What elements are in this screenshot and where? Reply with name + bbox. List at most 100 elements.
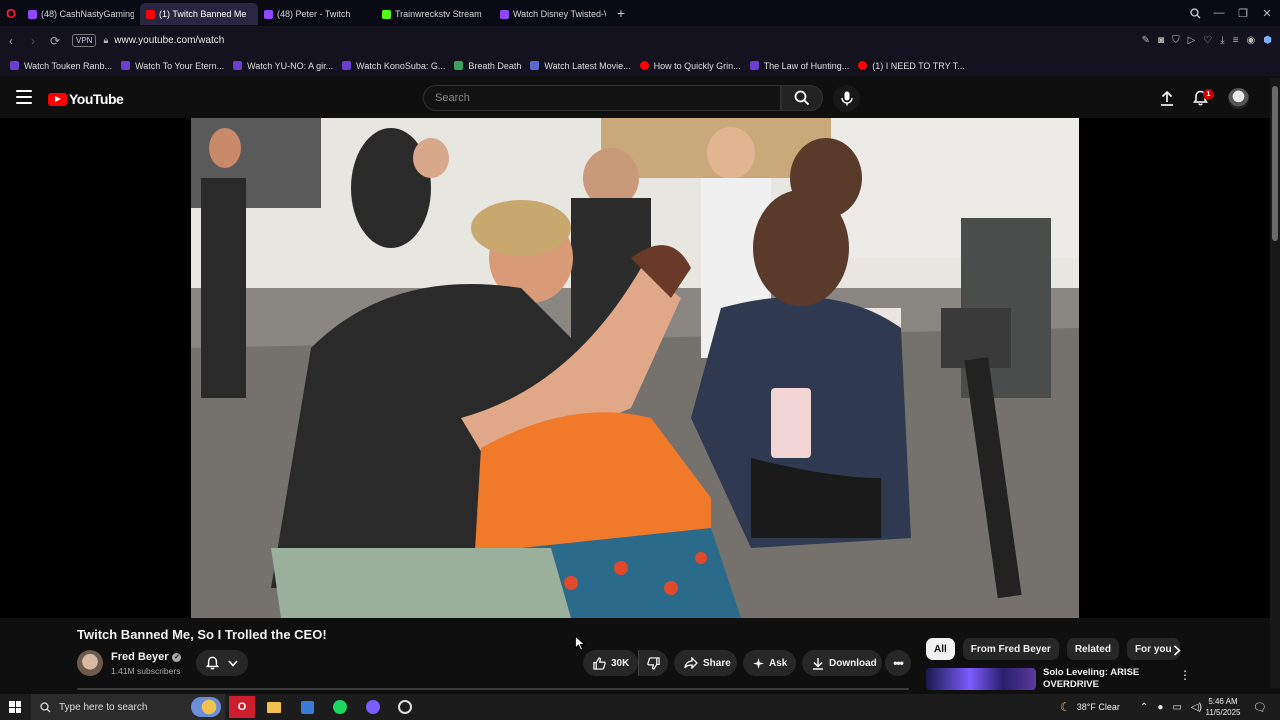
bookmark-item[interactable]: Watch Touken Ranb... xyxy=(10,61,112,71)
tab-favicon-icon xyxy=(264,9,273,19)
chevron-up-icon[interactable]: ⌃ xyxy=(1140,702,1148,713)
scrollbar-thumb[interactable] xyxy=(1272,86,1278,241)
taskbar-search-input[interactable]: Type here to search xyxy=(31,694,225,720)
vpn-badge[interactable]: VPN xyxy=(72,34,97,47)
download-button[interactable]: Download xyxy=(802,650,882,676)
recommendation-thumbnail[interactable] xyxy=(926,668,1036,690)
address-bar: ‹ › ⟳ VPN 🔒︎ www.youtube.com/watch ✎ ◙ ⛉… xyxy=(0,26,1280,55)
upload-icon[interactable] xyxy=(1157,88,1177,108)
opera-taskbar-icon[interactable]: O xyxy=(229,696,255,718)
tab-favicon-icon xyxy=(382,9,391,19)
dislike-button[interactable] xyxy=(638,650,668,676)
bookmark-favicon-icon xyxy=(749,61,759,70)
address-bar-actions: ✎ ◙ ⛉ ▷ ♡ ⤓ ≡ ◉ ⬢ xyxy=(1142,26,1272,55)
bookmark-item[interactable]: Watch To Your Etern... xyxy=(121,61,224,71)
back-icon[interactable]: ‹ xyxy=(0,30,22,52)
bookmark-item[interactable]: How to Quickly Grin... xyxy=(639,61,741,71)
video-player[interactable] xyxy=(0,118,1270,618)
search-button[interactable] xyxy=(781,85,823,111)
weather-widget[interactable]: ☾ 38°F Clear xyxy=(1060,694,1120,720)
camera-icon[interactable]: ◙ xyxy=(1158,35,1164,46)
chevron-right-icon[interactable] xyxy=(1168,641,1186,659)
page-scrollbar[interactable] xyxy=(1270,78,1280,688)
bookmark-favicon-icon xyxy=(10,61,19,70)
voice-search-button[interactable] xyxy=(833,85,860,112)
subscribed-bell-button[interactable] xyxy=(196,650,248,676)
notification-count-badge: 1 xyxy=(1203,89,1214,100)
share-label: Share xyxy=(703,657,731,669)
bookmark-label: Watch Latest Movie... xyxy=(544,60,631,71)
microsoft-store-icon[interactable] xyxy=(294,696,320,718)
tab-favicon-icon xyxy=(500,9,509,19)
lock-icon[interactable]: 🔒︎ xyxy=(103,35,108,46)
tab-favicon-icon xyxy=(146,9,155,19)
shield-icon[interactable]: ⛉ xyxy=(1172,35,1180,46)
close-icon[interactable]: ✕ xyxy=(1255,0,1279,26)
bookmark-item[interactable]: Watch KonoSuba: G... xyxy=(342,61,445,71)
like-count: 30K xyxy=(611,657,630,669)
sparkle-icon xyxy=(753,657,764,669)
channel-name[interactable]: Fred Beyer ✓ xyxy=(111,651,182,663)
search-icon xyxy=(40,701,51,712)
screen-recorder-icon[interactable] xyxy=(392,696,418,718)
more-vertical-icon[interactable]: ⋮ xyxy=(1178,668,1192,684)
url-field[interactable]: www.youtube.com/watch xyxy=(114,35,224,46)
browser-tab[interactable]: (48) Peter - Twitch xyxy=(258,3,376,25)
browser-tab[interactable]: Watch Disney Twisted-Wo xyxy=(494,3,612,25)
tab-favicon-icon xyxy=(28,9,37,19)
edit-icon[interactable]: ✎ xyxy=(1142,35,1150,46)
microphone-icon[interactable]: ● xyxy=(1157,702,1163,713)
share-button[interactable]: Share xyxy=(674,650,737,676)
browser-tab[interactable]: (48) CashNastyGaming xyxy=(22,3,140,25)
chip-all[interactable]: All xyxy=(926,638,955,660)
bookmark-favicon-icon xyxy=(121,61,131,70)
like-button[interactable]: 30K xyxy=(583,650,638,676)
reload-icon[interactable]: ⟳ xyxy=(44,30,66,52)
search-input[interactable]: Search xyxy=(423,85,781,111)
windows-start-icon[interactable] xyxy=(9,701,21,713)
search-tabs-icon[interactable] xyxy=(1183,0,1207,26)
bookmark-item[interactable]: The Law of Hunting... xyxy=(749,61,849,71)
spotify-icon[interactable] xyxy=(327,696,353,718)
video-frame[interactable] xyxy=(191,118,1079,618)
ask-button[interactable]: Ask xyxy=(743,650,796,676)
youtube-logo[interactable]: YouTube xyxy=(48,91,124,107)
heart-icon[interactable]: ♡ xyxy=(1203,35,1212,46)
profile-icon[interactable]: ◉ xyxy=(1247,35,1256,46)
bookmark-item[interactable]: Breath Death xyxy=(454,61,521,71)
video-title: Twitch Banned Me, So I Trolled the CEO! xyxy=(77,627,327,642)
notifications-center-icon[interactable]: 🗨︎ xyxy=(1253,694,1267,720)
more-horizontal-icon: ••• xyxy=(893,656,904,670)
channel-avatar[interactable] xyxy=(77,650,103,676)
taskbar-search-placeholder: Type here to search xyxy=(59,701,148,713)
account-avatar[interactable] xyxy=(1228,88,1249,109)
restore-icon[interactable]: ❐ xyxy=(1231,0,1255,26)
more-actions-button[interactable]: ••• xyxy=(885,650,911,676)
search-highlight-icon xyxy=(191,697,221,717)
new-tab-icon[interactable]: + xyxy=(612,5,630,21)
file-explorer-icon[interactable] xyxy=(261,696,287,718)
chevron-down-icon xyxy=(228,659,238,667)
forward-icon[interactable]: › xyxy=(22,30,44,52)
network-icon[interactable]: ▭ xyxy=(1172,702,1181,713)
system-clock[interactable]: 5:46 AM 11/5/2025 xyxy=(1201,696,1245,718)
browser-tab-active[interactable]: (1) Twitch Banned Me xyxy=(140,3,258,25)
bookmark-item[interactable]: (1) I NEED TO TRY T... xyxy=(858,61,965,71)
youtube-play-icon xyxy=(48,92,67,106)
play-icon[interactable]: ▷ xyxy=(1188,35,1196,46)
browser-tab[interactable]: Trainwreckstv Stream xyxy=(376,3,494,25)
download-icon[interactable]: ⤓ xyxy=(1220,35,1224,46)
chip-from-channel[interactable]: From Fred Beyer xyxy=(962,638,1059,660)
bookmark-favicon-icon xyxy=(342,61,352,70)
minimize-icon[interactable]: — xyxy=(1207,0,1231,26)
menu-icon[interactable]: ≡ xyxy=(1233,35,1239,46)
chip-related[interactable]: Related xyxy=(1066,638,1119,660)
bookmark-item[interactable]: Watch Latest Movie... xyxy=(530,60,631,71)
recommendation-title[interactable]: Solo Leveling: ARISE OVERDRIVE xyxy=(1043,667,1163,691)
extension-icon[interactable]: ⬢ xyxy=(1263,35,1272,46)
discord-icon[interactable] xyxy=(360,696,386,718)
bookmark-item[interactable]: Watch YU-NO: A gir... xyxy=(233,61,333,71)
opera-logo-icon[interactable]: O xyxy=(0,0,22,26)
hamburger-menu-icon[interactable] xyxy=(16,90,32,104)
verified-check-icon: ✓ xyxy=(172,652,182,662)
